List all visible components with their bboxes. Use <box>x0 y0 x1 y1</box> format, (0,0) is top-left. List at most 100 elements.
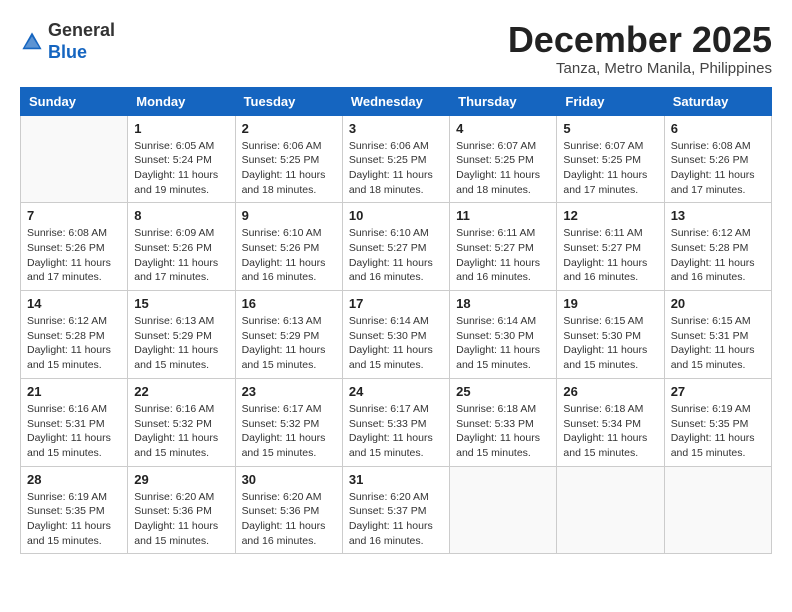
calendar-day-header: Wednesday <box>342 87 449 115</box>
calendar-day-header: Tuesday <box>235 87 342 115</box>
day-number: 21 <box>27 384 121 399</box>
day-info: Sunrise: 6:09 AMSunset: 5:26 PMDaylight:… <box>134 226 228 285</box>
day-number: 23 <box>242 384 336 399</box>
calendar-header-row: SundayMondayTuesdayWednesdayThursdayFrid… <box>21 87 772 115</box>
calendar-cell: 17Sunrise: 6:14 AMSunset: 5:30 PMDayligh… <box>342 291 449 379</box>
day-number: 15 <box>134 296 228 311</box>
calendar-cell: 27 Sunrise: 6:19 AMSunset: 5:35 PMDayligh… <box>664 378 771 466</box>
day-info: Sunrise: 6:16 AMSunset: 5:31 PMDaylight:… <box>27 402 121 461</box>
day-info: Sunrise: 6:13 AMSunset: 5:29 PMDaylight:… <box>242 314 336 373</box>
day-info: Sunrise: 6:05 AMSunset: 5:24 PMDaylight:… <box>134 139 228 198</box>
logo-general-text: General <box>48 20 115 40</box>
calendar-cell: 16 Sunrise: 6:13 AMSunset: 5:29 PMDayligh… <box>235 291 342 379</box>
calendar-cell: 21 Sunrise: 6:16 AMSunset: 5:31 PMDayligh… <box>21 378 128 466</box>
calendar-cell: 24 Sunrise: 6:17 AMSunset: 5:33 PMDayligh… <box>342 378 449 466</box>
logo-icon <box>20 30 44 54</box>
calendar-cell <box>21 115 128 203</box>
page-header: General Blue December 2025 Tanza, Metro … <box>20 20 772 77</box>
calendar-week-row: 28 Sunrise: 6:19 AMSunset: 5:35 PMDayligh… <box>21 466 772 554</box>
day-info: Sunrise: 6:20 AMSunset: 5:36 PMDaylight:… <box>242 490 336 549</box>
calendar-week-row: 21 Sunrise: 6:16 AMSunset: 5:31 PMDayligh… <box>21 378 772 466</box>
calendar-table: SundayMondayTuesdayWednesdayThursdayFrid… <box>20 87 772 555</box>
calendar-day-header: Sunday <box>21 87 128 115</box>
day-number: 5 <box>563 121 657 136</box>
calendar-cell: 1Sunrise: 6:05 AMSunset: 5:24 PMDaylight… <box>128 115 235 203</box>
day-info: Sunrise: 6:06 AMSunset: 5:25 PMDaylight:… <box>349 139 443 198</box>
calendar-day-header: Monday <box>128 87 235 115</box>
day-info: Sunrise: 6:06 AMSunset: 5:25 PMDaylight:… <box>242 139 336 198</box>
calendar-cell: 28 Sunrise: 6:19 AMSunset: 5:35 PMDayligh… <box>21 466 128 554</box>
day-number: 16 <box>242 296 336 311</box>
day-number: 7 <box>27 208 121 223</box>
day-info: Sunrise: 6:13 AMSunset: 5:29 PMDaylight:… <box>134 314 228 373</box>
day-number: 14 <box>27 296 121 311</box>
calendar-cell: 19 Sunrise: 6:15 AMSunset: 5:30 PMDayligh… <box>557 291 664 379</box>
day-info: Sunrise: 6:08 AMSunset: 5:26 PMDaylight:… <box>671 139 765 198</box>
day-number: 26 <box>563 384 657 399</box>
day-number: 10 <box>349 208 443 223</box>
calendar-cell <box>557 466 664 554</box>
day-number: 20 <box>671 296 765 311</box>
calendar-cell: 4 Sunrise: 6:07 AMSunset: 5:25 PMDaylight… <box>450 115 557 203</box>
calendar-cell: 10Sunrise: 6:10 AMSunset: 5:27 PMDayligh… <box>342 203 449 291</box>
calendar-cell: 15 Sunrise: 6:13 AMSunset: 5:29 PMDayligh… <box>128 291 235 379</box>
calendar-cell: 6Sunrise: 6:08 AMSunset: 5:26 PMDaylight… <box>664 115 771 203</box>
day-info: Sunrise: 6:16 AMSunset: 5:32 PMDaylight:… <box>134 402 228 461</box>
calendar-cell: 29 Sunrise: 6:20 AMSunset: 5:36 PMDayligh… <box>128 466 235 554</box>
calendar-day-header: Thursday <box>450 87 557 115</box>
day-number: 18 <box>456 296 550 311</box>
day-number: 24 <box>349 384 443 399</box>
day-info: Sunrise: 6:14 AMSunset: 5:30 PMDaylight:… <box>349 314 443 373</box>
calendar-cell: 18 Sunrise: 6:14 AMSunset: 5:30 PMDayligh… <box>450 291 557 379</box>
day-info: Sunrise: 6:10 AMSunset: 5:26 PMDaylight:… <box>242 226 336 285</box>
calendar-week-row: 7 Sunrise: 6:08 AMSunset: 5:26 PMDaylight… <box>21 203 772 291</box>
day-info: Sunrise: 6:19 AMSunset: 5:35 PMDaylight:… <box>27 490 121 549</box>
day-number: 4 <box>456 121 550 136</box>
day-number: 8 <box>134 208 228 223</box>
calendar-cell: 20 Sunrise: 6:15 AMSunset: 5:31 PMDayligh… <box>664 291 771 379</box>
calendar-cell: 7 Sunrise: 6:08 AMSunset: 5:26 PMDaylight… <box>21 203 128 291</box>
location-text: Tanza, Metro Manila, Philippines <box>508 60 772 77</box>
day-number: 12 <box>563 208 657 223</box>
calendar-cell: 5Sunrise: 6:07 AMSunset: 5:25 PMDaylight… <box>557 115 664 203</box>
day-info: Sunrise: 6:07 AMSunset: 5:25 PMDaylight:… <box>456 139 550 198</box>
day-info: Sunrise: 6:20 AMSunset: 5:36 PMDaylight:… <box>134 490 228 549</box>
day-number: 19 <box>563 296 657 311</box>
day-number: 13 <box>671 208 765 223</box>
day-info: Sunrise: 6:15 AMSunset: 5:31 PMDaylight:… <box>671 314 765 373</box>
day-info: Sunrise: 6:08 AMSunset: 5:26 PMDaylight:… <box>27 226 121 285</box>
calendar-cell: 9 Sunrise: 6:10 AMSunset: 5:26 PMDaylight… <box>235 203 342 291</box>
day-number: 3 <box>349 121 443 136</box>
day-number: 9 <box>242 208 336 223</box>
day-info: Sunrise: 6:14 AMSunset: 5:30 PMDaylight:… <box>456 314 550 373</box>
calendar-cell: 26Sunrise: 6:18 AMSunset: 5:34 PMDayligh… <box>557 378 664 466</box>
calendar-cell: 3 Sunrise: 6:06 AMSunset: 5:25 PMDaylight… <box>342 115 449 203</box>
calendar-day-header: Friday <box>557 87 664 115</box>
day-number: 25 <box>456 384 550 399</box>
day-info: Sunrise: 6:15 AMSunset: 5:30 PMDaylight:… <box>563 314 657 373</box>
day-number: 2 <box>242 121 336 136</box>
calendar-day-header: Saturday <box>664 87 771 115</box>
calendar-cell: 8 Sunrise: 6:09 AMSunset: 5:26 PMDaylight… <box>128 203 235 291</box>
day-info: Sunrise: 6:19 AMSunset: 5:35 PMDaylight:… <box>671 402 765 461</box>
day-info: Sunrise: 6:12 AMSunset: 5:28 PMDaylight:… <box>671 226 765 285</box>
title-area: December 2025 Tanza, Metro Manila, Phili… <box>508 20 772 77</box>
day-number: 30 <box>242 472 336 487</box>
logo-blue-text: Blue <box>48 42 87 62</box>
calendar-cell <box>664 466 771 554</box>
calendar-cell: 23Sunrise: 6:17 AMSunset: 5:32 PMDayligh… <box>235 378 342 466</box>
day-number: 29 <box>134 472 228 487</box>
day-info: Sunrise: 6:20 AMSunset: 5:37 PMDaylight:… <box>349 490 443 549</box>
day-info: Sunrise: 6:12 AMSunset: 5:28 PMDaylight:… <box>27 314 121 373</box>
calendar-cell: 14 Sunrise: 6:12 AMSunset: 5:28 PMDayligh… <box>21 291 128 379</box>
day-info: Sunrise: 6:17 AMSunset: 5:33 PMDaylight:… <box>349 402 443 461</box>
day-number: 27 <box>671 384 765 399</box>
day-number: 28 <box>27 472 121 487</box>
calendar-cell: 13 Sunrise: 6:12 AMSunset: 5:28 PMDayligh… <box>664 203 771 291</box>
day-number: 22 <box>134 384 228 399</box>
calendar-cell: 30 Sunrise: 6:20 AMSunset: 5:36 PMDayligh… <box>235 466 342 554</box>
calendar-cell: 25 Sunrise: 6:18 AMSunset: 5:33 PMDayligh… <box>450 378 557 466</box>
calendar-week-row: 14 Sunrise: 6:12 AMSunset: 5:28 PMDayligh… <box>21 291 772 379</box>
calendar-cell: 31Sunrise: 6:20 AMSunset: 5:37 PMDayligh… <box>342 466 449 554</box>
day-info: Sunrise: 6:18 AMSunset: 5:33 PMDaylight:… <box>456 402 550 461</box>
